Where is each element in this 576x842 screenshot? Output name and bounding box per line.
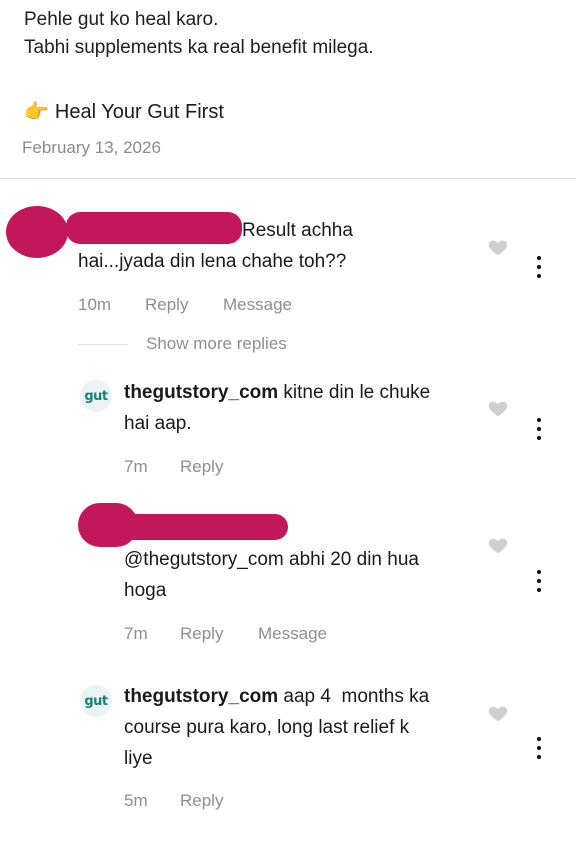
post-caption: Pehle gut ko heal karo. Tabhi supplement…	[24, 6, 374, 62]
redacted-username	[120, 514, 288, 540]
avatar[interactable]: gut	[80, 685, 112, 717]
cta-text: Heal Your Gut First	[54, 101, 224, 123]
username-link[interactable]: thegutstory_com	[124, 382, 278, 403]
kebab-menu-icon[interactable]	[536, 737, 542, 759]
comment-text-line2: hai...jyada din lena chahe toh??	[78, 251, 347, 272]
kebab-menu-icon[interactable]	[536, 418, 542, 440]
comment-text: thegutstory_com kitne din le chuke	[124, 382, 431, 403]
redacted-avatar	[6, 206, 68, 258]
heart-outline-icon[interactable]	[487, 397, 509, 419]
reply-button[interactable]: Reply	[180, 791, 223, 811]
reply-button[interactable]: Reply	[180, 457, 223, 477]
comment-meta: 7m Reply Message	[124, 624, 327, 644]
comment-text: thegutstory_com aap 4 months ka	[124, 686, 430, 707]
pointing-hand-emoji: 👉	[24, 101, 49, 123]
avatar[interactable]: gut	[80, 380, 112, 412]
comment-meta: 10m Reply Message	[78, 295, 292, 315]
reply-button[interactable]: Reply	[180, 624, 258, 644]
comment-text-line2: course pura karo, long last relief k	[124, 717, 410, 738]
comment-meta: 7m Reply	[124, 457, 223, 477]
cta-line: 👉 Heal Your Gut First	[24, 98, 224, 126]
caption-line: Pehle gut ko heal karo.	[24, 9, 219, 30]
message-button[interactable]: Message	[258, 624, 327, 644]
show-more-label: Show more replies	[146, 334, 287, 353]
comment-text: @thegutstory_com abhi 20 din hua	[124, 549, 419, 570]
show-more-replies[interactable]: Show more replies	[78, 334, 287, 354]
username-link[interactable]: thegutstory_com	[124, 686, 278, 707]
heart-outline-icon[interactable]	[487, 534, 509, 556]
reply-button[interactable]: Reply	[145, 295, 223, 315]
comment-time: 7m	[124, 624, 148, 643]
comment-time: 10m	[78, 295, 112, 314]
post-date: February 13, 2026	[22, 138, 161, 157]
redacted-username	[66, 212, 242, 244]
kebab-menu-icon[interactable]	[536, 256, 542, 278]
kebab-menu-icon[interactable]	[536, 570, 542, 592]
comment-time: 5m	[124, 791, 148, 810]
divider	[0, 178, 576, 179]
heart-outline-icon[interactable]	[487, 236, 509, 258]
comment-text: Result achha	[242, 220, 353, 241]
comment-text-line2: hai aap.	[124, 413, 192, 434]
heart-outline-icon[interactable]	[487, 702, 509, 724]
comment-time: 7m	[124, 457, 148, 476]
divider-line	[78, 343, 128, 345]
comment-text-line3: liye	[124, 748, 153, 769]
caption-line: Tabhi supplements ka real benefit milega…	[24, 37, 374, 58]
message-button[interactable]: Message	[223, 295, 292, 315]
comment-text-line2: hoga	[124, 580, 167, 601]
comment-meta: 5m Reply	[124, 791, 223, 811]
